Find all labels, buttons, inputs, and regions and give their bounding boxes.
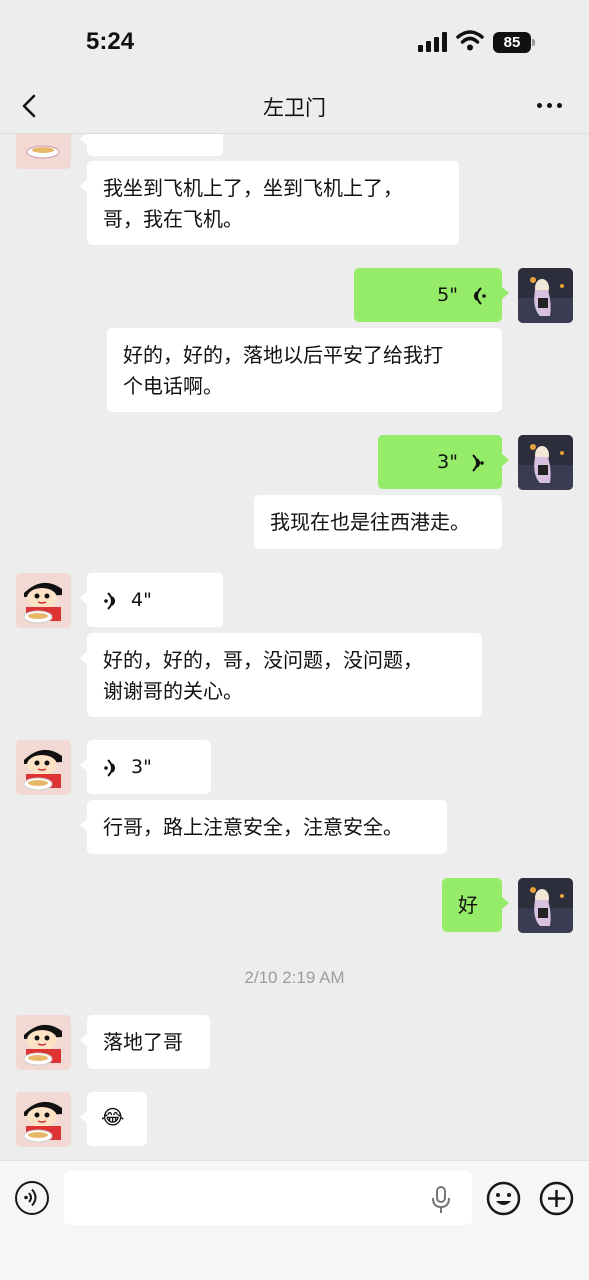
contact-avatar[interactable] [16, 1092, 71, 1147]
cellular-signal-icon [418, 32, 448, 52]
voice-duration: 3" [131, 756, 152, 778]
message-bubble-sent[interactable]: 我现在也是往西港走。 [254, 495, 502, 549]
message-text: 落地了哥 [103, 1030, 183, 1054]
add-icon[interactable] [539, 1181, 574, 1216]
contact-avatar[interactable] [16, 134, 71, 169]
message-input[interactable] [64, 1171, 472, 1225]
voice-duration: 3" [437, 451, 458, 473]
message-bubble-sent[interactable]: 好的，好的，落地以后平安了给我打 个电话啊。 [107, 328, 502, 412]
voice-wave-icon [472, 453, 484, 472]
status-bar: 5:24 85 [0, 0, 589, 80]
chat-header: 左卫门 [0, 80, 589, 134]
voice-duration: 4" [131, 589, 152, 611]
chat-message-list[interactable]: 我坐到飞机上了，坐到飞机上了， 哥，我在飞机。 5" 好的，好的，落地以后平安了… [0, 134, 589, 1160]
contact-avatar[interactable] [16, 740, 71, 795]
battery-level: 85 [493, 32, 531, 53]
my-avatar[interactable] [518, 268, 573, 323]
voice-wave-icon [474, 286, 486, 305]
microphone-icon[interactable] [430, 1185, 452, 1215]
voice-duration: 5" [437, 284, 458, 306]
voice-message-sent[interactable]: 3" [378, 435, 509, 489]
wifi-icon [456, 30, 484, 51]
voice-message-received[interactable]: 4" [80, 573, 223, 627]
emoji-message: 😂 [101, 1105, 125, 1129]
message-bubble-received[interactable]: 我坐到飞机上了，坐到飞机上了， 哥，我在飞机。 [80, 161, 459, 245]
message-bubble-received[interactable]: 😂 [80, 1092, 147, 1146]
chat-title[interactable]: 左卫门 [0, 92, 589, 122]
message-bubble-received[interactable]: 好的，好的，哥，没问题，没问题， 谢谢哥的关心。 [80, 633, 482, 717]
message-text: 好 [458, 893, 478, 917]
my-avatar[interactable] [518, 435, 573, 490]
voice-message-sent[interactable]: 5" [354, 268, 509, 322]
message-timestamp: 2/10 2:19 AM [244, 968, 345, 987]
battery-icon: 85 [493, 32, 535, 53]
status-time: 5:24 [86, 28, 135, 55]
voice-message-received[interactable]: 3" [80, 740, 211, 794]
message-bubble-received[interactable]: 落地了哥 [80, 1015, 210, 1069]
message-bubble-sent[interactable]: 好 [442, 878, 509, 932]
message-text: 我现在也是往西港走。 [270, 510, 470, 534]
message-text: 好的，好的，哥，没问题，没问题， 谢谢哥的关心。 [103, 648, 423, 703]
voice-input-toggle-icon[interactable] [15, 1181, 49, 1215]
voice-wave-icon [104, 758, 115, 777]
contact-avatar[interactable] [16, 573, 71, 628]
more-options-icon[interactable] [532, 92, 568, 118]
my-avatar[interactable] [518, 878, 573, 933]
message-text: 我坐到飞机上了，坐到飞机上了， 哥，我在飞机。 [103, 176, 403, 231]
message-bubble-received[interactable]: 行哥，路上注意安全，注意安全。 [80, 800, 447, 854]
message-text: 好的，好的，落地以后平安了给我打 个电话啊。 [123, 343, 443, 398]
voice-wave-icon [104, 591, 115, 610]
message-bubble-received[interactable] [80, 134, 223, 156]
contact-avatar[interactable] [16, 1015, 71, 1070]
message-text: 行哥，路上注意安全，注意安全。 [103, 815, 403, 839]
emoji-icon[interactable] [486, 1181, 521, 1216]
input-bar [0, 1160, 589, 1280]
